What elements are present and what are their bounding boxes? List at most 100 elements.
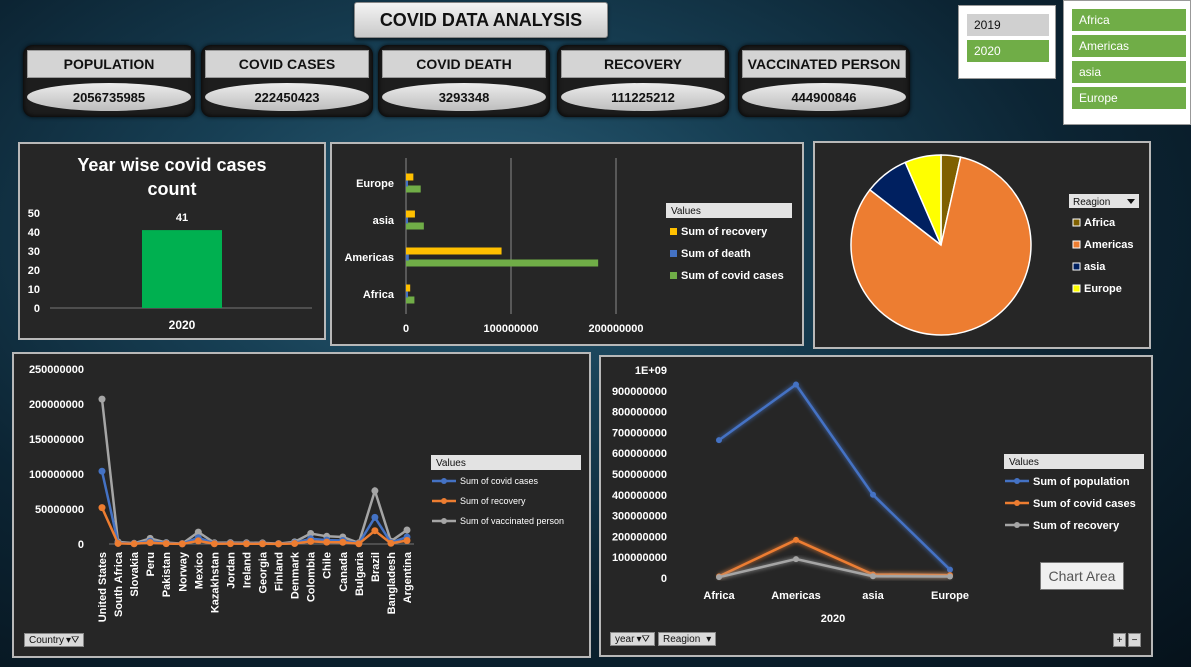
series-line[interactable] [100,398,408,545]
bar[interactable] [406,179,408,187]
country-line-chart: 250000000 200000000 150000000 100000000 5000… [29,364,581,622]
bar[interactable] [406,290,408,298]
data-point[interactable] [146,539,154,547]
country-line-panel[interactable]: 250000000 200000000 150000000 100000000 5000… [12,352,591,658]
data-point[interactable] [793,556,799,563]
series-line[interactable] [718,382,951,571]
legend-label: Sum of covid cases [1033,498,1136,510]
pie-slices [850,154,1032,336]
chart-title-line1: Year wise covid cases [77,155,266,175]
data-point[interactable] [716,574,722,581]
x-tick-label: Bulgaria [354,551,366,596]
y-tick-label: 200000000 [612,531,667,543]
data-point[interactable] [793,381,799,388]
data-point[interactable] [339,538,347,546]
data-point[interactable] [178,540,186,548]
data-point[interactable] [98,504,106,512]
data-point[interactable] [114,539,122,547]
data-point[interactable] [371,513,379,521]
bar[interactable] [406,185,421,193]
bar[interactable] [406,173,414,181]
legend-title: Values [671,206,701,217]
slicer-item-2020[interactable]: 2020 [967,40,1049,62]
bar-2020[interactable] [142,230,222,308]
year-filter-button[interactable]: year ▾⛛ [610,632,655,646]
data-point[interactable] [323,538,331,546]
y-tick-label: 600000000 [612,448,667,460]
data-point[interactable] [870,573,876,580]
x-tick-label: Bangladesh [386,552,398,615]
bar[interactable] [406,284,411,292]
x-tick-label: Kazakhstan [209,552,221,613]
slicer-item-asia[interactable]: asia [1072,61,1186,83]
kpi-recovery: RECOVERY 111225212 [557,45,729,117]
data-point[interactable] [98,395,106,403]
y-tick-label: 20 [28,265,40,277]
bar[interactable] [406,210,415,218]
data-point[interactable] [793,536,799,543]
slicer-item-africa[interactable]: Africa [1072,9,1186,31]
region-filter-button[interactable]: Reagion ▾ [658,632,717,646]
data-point[interactable] [291,540,299,548]
x-tick-label: Europe [931,590,969,602]
x-tick-label: South Africa [113,551,125,617]
data-point[interactable] [194,537,202,545]
data-point[interactable] [387,539,395,547]
data-point[interactable] [947,573,953,580]
bar[interactable] [406,296,415,304]
region-pie-chart: Reagion Africa Americas asia Europe [850,154,1139,336]
x-tick-label: Pakistan [161,552,173,598]
x-tick-label: Chile [322,552,334,579]
year-chart-panel[interactable]: Year wise covid cases count 50 40 30 20 10 0 … [18,142,326,340]
bar[interactable] [406,216,408,224]
country-filter-button[interactable]: Country ▾⛛ [24,633,85,647]
slicer-item-americas[interactable]: Americas [1072,35,1186,57]
x-tick-label: Finland [274,552,286,591]
slicer-item-2019[interactable]: 2019 [967,14,1049,36]
kpi-covid-cases: COVID CASES 222450423 [201,45,373,117]
data-point[interactable] [226,540,234,548]
y-tick-label: 0 [661,573,667,585]
x-tick-label: Norway [177,551,189,592]
series-line[interactable] [718,538,951,578]
legend-swatch [670,228,677,235]
region-line-panel[interactable]: 1E+09 900000000 800000000 700000000 60000000… [599,355,1153,657]
data-point[interactable] [371,487,379,495]
filter-label: Reagion [663,633,701,645]
legend-marker [441,518,447,524]
x-tick-label: Denmark [290,551,302,599]
data-point[interactable] [403,537,411,544]
data-point[interactable] [355,540,363,548]
data-point[interactable] [716,437,722,444]
series-lines [716,381,953,581]
data-point[interactable] [275,540,283,548]
data-point[interactable] [870,491,876,498]
data-point[interactable] [242,540,250,548]
data-point[interactable] [403,526,411,534]
data-point[interactable] [162,540,170,548]
data-point[interactable] [259,540,267,548]
expand-button[interactable]: + [1113,633,1126,647]
kpi-value: 3293348 [382,83,546,111]
legend-marker [1014,522,1020,528]
y-tick-label: 1E+09 [635,365,667,377]
data-point[interactable] [947,566,953,573]
collapse-button[interactable]: − [1128,633,1141,647]
data-point[interactable] [130,540,138,548]
y-tick-label: 700000000 [612,427,667,439]
x-tick-label: 0 [403,323,409,335]
region-bar-panel[interactable]: Africa Americas asia Europe 0 100000000 20000… [330,142,804,346]
bar[interactable] [406,253,409,261]
data-point[interactable] [371,527,379,535]
bar[interactable] [406,222,424,230]
filter-icon: ▾⛛ [66,634,80,646]
data-point[interactable] [307,537,315,545]
pie-panel[interactable]: Reagion Africa Americas asia Europe [813,141,1151,349]
slicer-item-europe[interactable]: Europe [1072,87,1186,109]
bar[interactable] [406,247,502,255]
data-point[interactable] [98,467,106,475]
chart-title-line2: count [148,179,197,199]
data-point[interactable] [210,540,218,548]
y-tick-label: 40 [28,227,40,239]
bar[interactable] [406,259,599,267]
